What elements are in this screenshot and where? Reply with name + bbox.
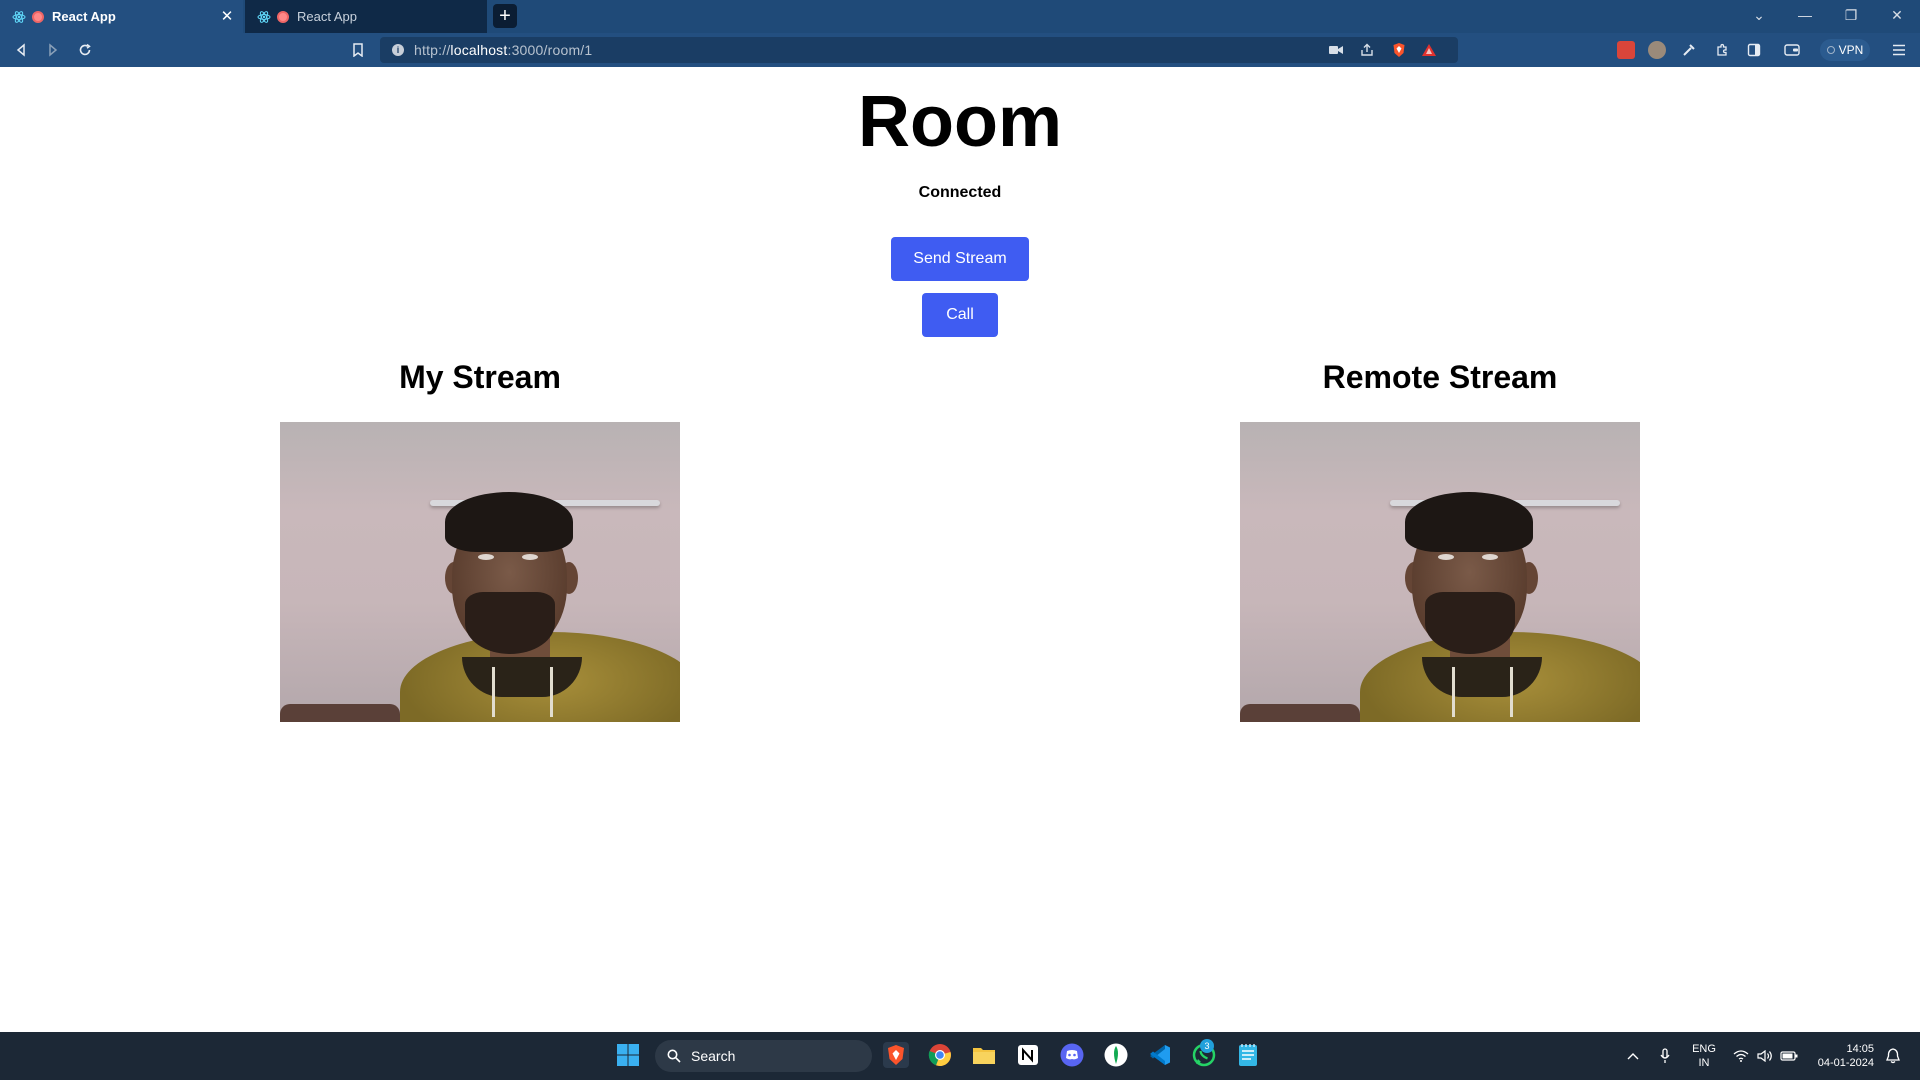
- remote-stream-video: [1240, 422, 1640, 722]
- sidebar-icon[interactable]: [1742, 38, 1766, 62]
- menu-icon[interactable]: [1887, 38, 1911, 62]
- remote-stream-title: Remote Stream: [1322, 359, 1558, 395]
- search-icon: [667, 1049, 681, 1063]
- whatsapp-unread-badge: 3: [1200, 1039, 1214, 1053]
- bookmark-icon[interactable]: [346, 38, 370, 62]
- connection-status: Connected: [918, 184, 1002, 201]
- extension-grey-icon[interactable]: [1648, 41, 1666, 59]
- vpn-button[interactable]: VPN: [1820, 39, 1870, 61]
- my-stream-title: My Stream: [399, 359, 561, 395]
- tab-react-app[interactable]: React App: [245, 0, 487, 33]
- close-window-button[interactable]: ✕: [1874, 0, 1920, 30]
- clock[interactable]: 14:05 04-01-2024: [1808, 1032, 1874, 1080]
- react-icon: [12, 10, 26, 24]
- reload-icon[interactable]: [73, 38, 97, 62]
- language-indicator[interactable]: ENG IN: [1688, 1032, 1720, 1080]
- site-info-icon[interactable]: i: [392, 44, 404, 56]
- notepad-icon[interactable]: [1235, 1042, 1261, 1068]
- volume-icon[interactable]: [1754, 1032, 1776, 1080]
- address-bar[interactable]: i http://localhost:3000/room/1: [380, 37, 1458, 63]
- file-explorer-icon[interactable]: [971, 1042, 997, 1068]
- share-icon[interactable]: [1358, 42, 1376, 58]
- camera-icon[interactable]: [1327, 42, 1345, 58]
- brave-shields-icon[interactable]: [1390, 42, 1408, 58]
- new-tab-button[interactable]: +: [493, 4, 517, 28]
- windows-taskbar: Search 3 ENG IN 14:05 04-01-2024: [0, 1032, 1920, 1080]
- brave-icon[interactable]: [883, 1042, 909, 1068]
- close-tab-icon[interactable]: ✕: [219, 8, 235, 25]
- tab-react-app-active[interactable]: React App ✕: [0, 0, 243, 33]
- vpn-status-icon: [1826, 46, 1835, 54]
- forward-icon[interactable]: [41, 38, 65, 62]
- vscode-icon[interactable]: [1147, 1042, 1173, 1068]
- taskbar-search[interactable]: Search: [655, 1040, 872, 1072]
- battery-icon[interactable]: [1778, 1032, 1800, 1080]
- tab-search-chevron-icon[interactable]: ⌄: [1736, 0, 1782, 30]
- notification-icon[interactable]: [1880, 1032, 1906, 1080]
- wallet-icon[interactable]: [1780, 38, 1804, 62]
- call-button[interactable]: Call: [922, 293, 998, 337]
- extension-icon[interactable]: [1710, 38, 1734, 62]
- tab-title: React App: [52, 9, 116, 24]
- recording-icon: [277, 10, 289, 23]
- eyedropper-icon[interactable]: [1677, 38, 1701, 62]
- windows-start-icon[interactable]: [615, 1042, 641, 1068]
- tab-strip: React App ✕ React App + ⌄ — ❐ ✕: [0, 0, 1920, 33]
- mongodb-compass-icon[interactable]: [1103, 1042, 1129, 1068]
- back-icon[interactable]: [9, 38, 33, 62]
- page-title: Room: [858, 82, 1062, 162]
- my-stream-video: [280, 422, 680, 722]
- react-icon: [257, 10, 271, 24]
- microphone-icon[interactable]: [1654, 1032, 1676, 1080]
- discord-icon[interactable]: [1059, 1042, 1085, 1068]
- show-hidden-icons-icon[interactable]: [1622, 1032, 1644, 1080]
- recording-icon: [32, 10, 44, 23]
- wifi-icon[interactable]: [1730, 1032, 1752, 1080]
- restore-button[interactable]: ❐: [1828, 0, 1874, 30]
- room-page: Room Connected Send Stream Call My Strea…: [0, 67, 1920, 1032]
- notion-icon[interactable]: [1015, 1042, 1041, 1068]
- send-stream-button[interactable]: Send Stream: [891, 237, 1029, 281]
- url-text: http://localhost:3000/room/1: [414, 42, 593, 58]
- minimize-button[interactable]: —: [1782, 0, 1828, 30]
- browser-toolbar: i http://localhost:3000/room/1 VPN: [0, 33, 1920, 67]
- extension-red-icon[interactable]: [1617, 41, 1635, 59]
- tab-title: React App: [297, 9, 357, 24]
- chrome-icon[interactable]: [927, 1042, 953, 1068]
- brave-rewards-icon[interactable]: [1420, 42, 1438, 58]
